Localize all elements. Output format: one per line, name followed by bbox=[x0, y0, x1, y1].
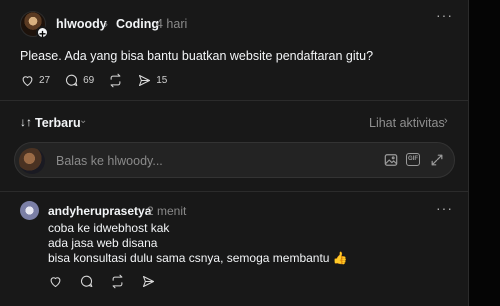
comment-time: 2 menit bbox=[147, 204, 187, 218]
image-button[interactable] bbox=[384, 153, 398, 167]
share-button[interactable] bbox=[141, 274, 156, 289]
divider bbox=[0, 100, 468, 101]
comment-actions bbox=[48, 274, 172, 289]
comment-text-line: ada jasa web disana bbox=[48, 236, 158, 250]
community-link[interactable]: Coding bbox=[116, 17, 159, 31]
panel-border bbox=[468, 0, 469, 306]
view-activity-link[interactable]: Lihat aktivitas bbox=[369, 116, 445, 130]
expand-icon bbox=[431, 154, 443, 166]
more-options-icon[interactable]: ··· bbox=[436, 8, 453, 22]
commenter-username[interactable]: andyheruprasetya bbox=[48, 204, 151, 218]
more-options-icon[interactable]: ··· bbox=[436, 201, 453, 215]
post-time: 4 hari bbox=[156, 17, 188, 31]
like-count: 27 bbox=[39, 74, 51, 86]
gif-icon[interactable]: GIF bbox=[406, 153, 420, 166]
image-icon bbox=[384, 154, 398, 166]
comment-text-line: bisa konsultasi dulu sama csnya, semoga … bbox=[48, 251, 348, 265]
comment-button[interactable] bbox=[79, 274, 94, 289]
expand-button[interactable] bbox=[430, 153, 444, 167]
post-actions: 27 69 15 bbox=[20, 72, 181, 88]
comment-icon bbox=[80, 275, 93, 288]
right-gutter bbox=[468, 0, 500, 306]
comment-count: 69 bbox=[83, 74, 95, 86]
repost-button[interactable] bbox=[108, 73, 123, 88]
share-icon bbox=[142, 275, 155, 288]
comment-text-line: coba ke idwebhost kak bbox=[48, 221, 170, 235]
share-icon bbox=[139, 74, 151, 86]
current-user-avatar bbox=[19, 148, 45, 174]
share-count: 15 bbox=[156, 74, 168, 86]
sort-icon[interactable]: ↓↑ bbox=[20, 115, 32, 129]
share-button[interactable]: 15 bbox=[137, 73, 167, 88]
like-button[interactable] bbox=[48, 274, 63, 289]
heart-icon bbox=[50, 277, 61, 288]
plus-icon[interactable]: + bbox=[36, 26, 49, 40]
reply-input[interactable]: Balas ke hlwoody... bbox=[56, 154, 163, 168]
commenter-avatar[interactable] bbox=[20, 201, 39, 220]
heart-icon bbox=[22, 75, 33, 86]
repost-icon bbox=[110, 73, 121, 87]
comment-icon bbox=[66, 74, 78, 86]
repost-button[interactable] bbox=[110, 274, 125, 289]
divider bbox=[0, 191, 468, 192]
chevron-right-icon: › bbox=[104, 17, 108, 31]
author-username[interactable]: hlwoody bbox=[56, 17, 107, 31]
post-text: Please. Ada yang bisa bantu buatkan webs… bbox=[20, 49, 374, 63]
repost-icon bbox=[112, 274, 123, 289]
chevron-right-icon[interactable]: › bbox=[444, 115, 448, 127]
like-button[interactable]: 27 bbox=[20, 73, 50, 88]
chevron-down-icon[interactable]: ⌄ bbox=[79, 115, 87, 126]
sort-dropdown[interactable]: Terbaru bbox=[35, 116, 81, 130]
comment-button[interactable]: 69 bbox=[64, 73, 94, 88]
